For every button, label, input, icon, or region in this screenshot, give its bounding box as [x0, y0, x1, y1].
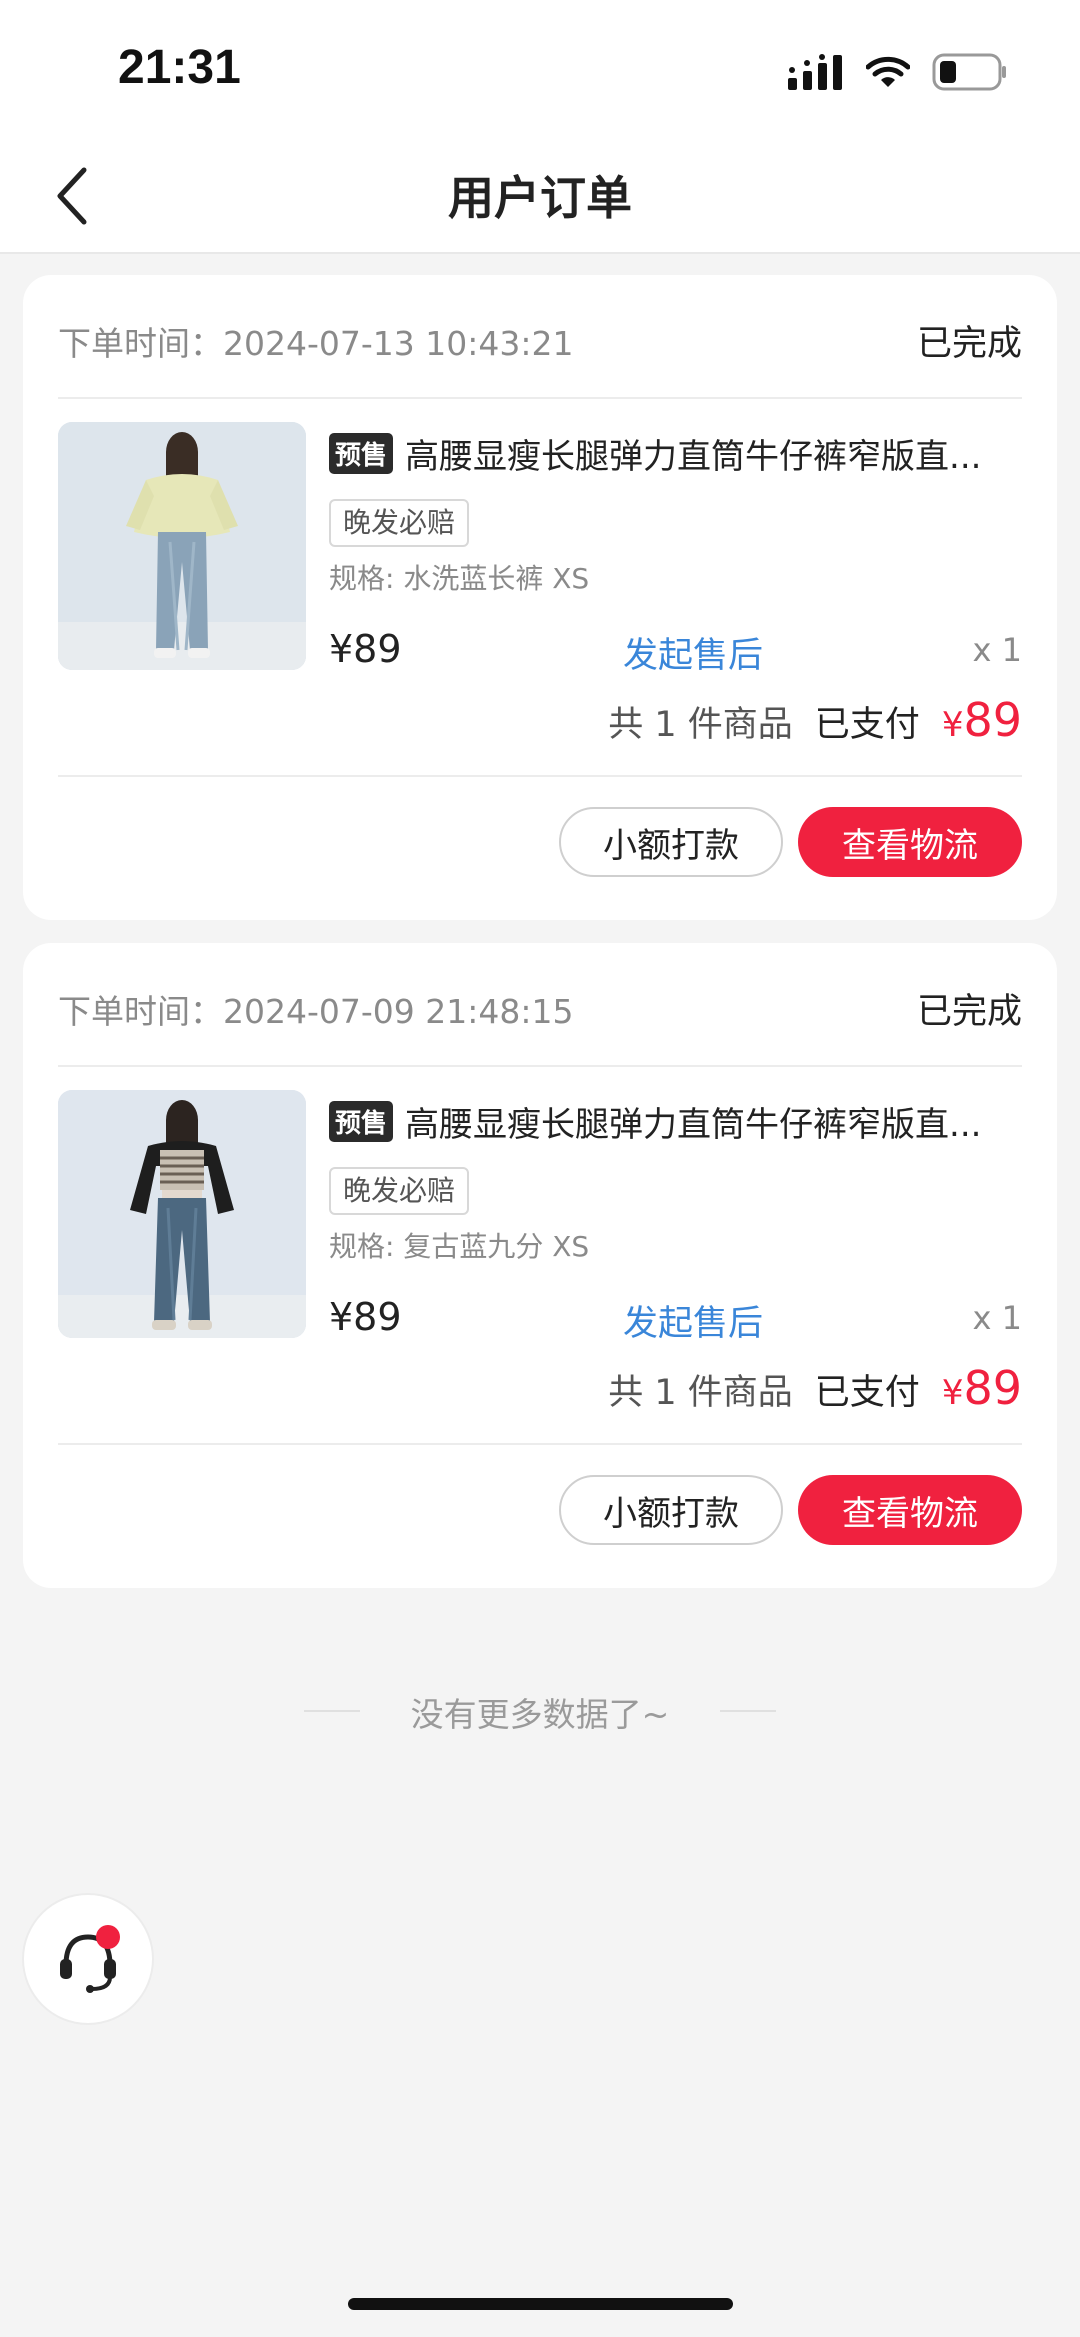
order-time: 下单时间：2024-07-09 21:48:15: [58, 992, 574, 1031]
product-price: ¥89: [329, 627, 402, 671]
status-time: 21:31: [118, 41, 241, 94]
product-title: 高腰显瘦长腿弹力直筒牛仔裤窄版直...: [405, 436, 982, 477]
item-count: 共 1 件商品: [608, 705, 793, 745]
service-tag: 晚发必赔: [329, 1167, 470, 1215]
paid-amount: ¥89: [942, 693, 1022, 747]
wifi-icon: [866, 56, 910, 87]
card-divider: [58, 775, 1022, 777]
home-indicator: [348, 2298, 733, 2310]
view-logistics-button[interactable]: 查看物流: [798, 1475, 1022, 1545]
paid-label: 已支付: [814, 1373, 920, 1413]
order-summary: 共 1 件商品 已支付 ¥89: [608, 693, 1022, 747]
paid-value: 89: [963, 1361, 1022, 1415]
item-count: 共 1 件商品: [608, 1373, 793, 1413]
divider-line-right: [720, 1710, 776, 1712]
paid-label: 已支付: [814, 705, 920, 745]
service-tag: 晚发必赔: [329, 499, 470, 547]
battery-icon: [932, 53, 1006, 91]
order-card: 下单时间：2024-07-09 21:48:15 已完成 预售 高腰显瘦长腿弹力…: [23, 943, 1057, 1588]
product-quantity: x 1: [972, 631, 1022, 669]
after-sale-link[interactable]: 发起售后: [623, 1295, 763, 1346]
status-icons: [788, 50, 1008, 94]
product-image[interactable]: [58, 1090, 306, 1338]
product-title: 高腰显瘦长腿弹力直筒牛仔裤窄版直...: [405, 1104, 982, 1145]
order-header: 下单时间：2024-07-09 21:48:15 已完成: [58, 943, 1022, 1067]
product-title-row[interactable]: 预售 高腰显瘦长腿弹力直筒牛仔裤窄版直...: [329, 425, 1022, 481]
small-payment-button[interactable]: 小额打款: [559, 807, 783, 877]
product-spec: 规格: 水洗蓝长裤 XS: [329, 562, 590, 595]
page-title: 用户订单: [448, 171, 632, 225]
customer-service-button[interactable]: [24, 1895, 152, 2023]
small-payment-button[interactable]: 小额打款: [559, 1475, 783, 1545]
presale-badge: 预售: [329, 1100, 394, 1142]
presale-badge: 预售: [329, 432, 394, 474]
paid-currency: ¥: [941, 1373, 964, 1413]
paid-currency: ¥: [941, 705, 964, 745]
order-card: 下单时间：2024-07-13 10:43:21 已完成 预售 高腰显瘦长腿弹力…: [23, 275, 1057, 920]
headset-icon: [60, 1925, 120, 1993]
paid-value: 89: [963, 693, 1022, 747]
order-header: 下单时间：2024-07-13 10:43:21 已完成: [58, 275, 1022, 399]
product-title-row[interactable]: 预售 高腰显瘦长腿弹力直筒牛仔裤窄版直...: [329, 1093, 1022, 1149]
product-price: ¥89: [329, 1295, 402, 1339]
card-divider: [58, 1443, 1022, 1445]
nav-bar: 用户订单: [0, 140, 1080, 254]
signal-icon: [788, 54, 842, 90]
paid-amount: ¥89: [942, 1361, 1022, 1415]
order-status: 已完成: [916, 324, 1022, 364]
after-sale-link[interactable]: 发起售后: [623, 627, 763, 678]
product-spec: 规格: 复古蓝九分 XS: [329, 1230, 590, 1263]
product-image[interactable]: [58, 422, 306, 670]
product-quantity: x 1: [972, 1299, 1022, 1337]
no-more-data: 没有更多数据了~: [410, 1695, 670, 1734]
status-bar: 21:31: [0, 0, 1080, 140]
order-status: 已完成: [916, 992, 1022, 1032]
order-time: 下单时间：2024-07-13 10:43:21: [58, 324, 574, 363]
view-logistics-button[interactable]: 查看物流: [798, 807, 1022, 877]
order-summary: 共 1 件商品 已支付 ¥89: [608, 1361, 1022, 1415]
